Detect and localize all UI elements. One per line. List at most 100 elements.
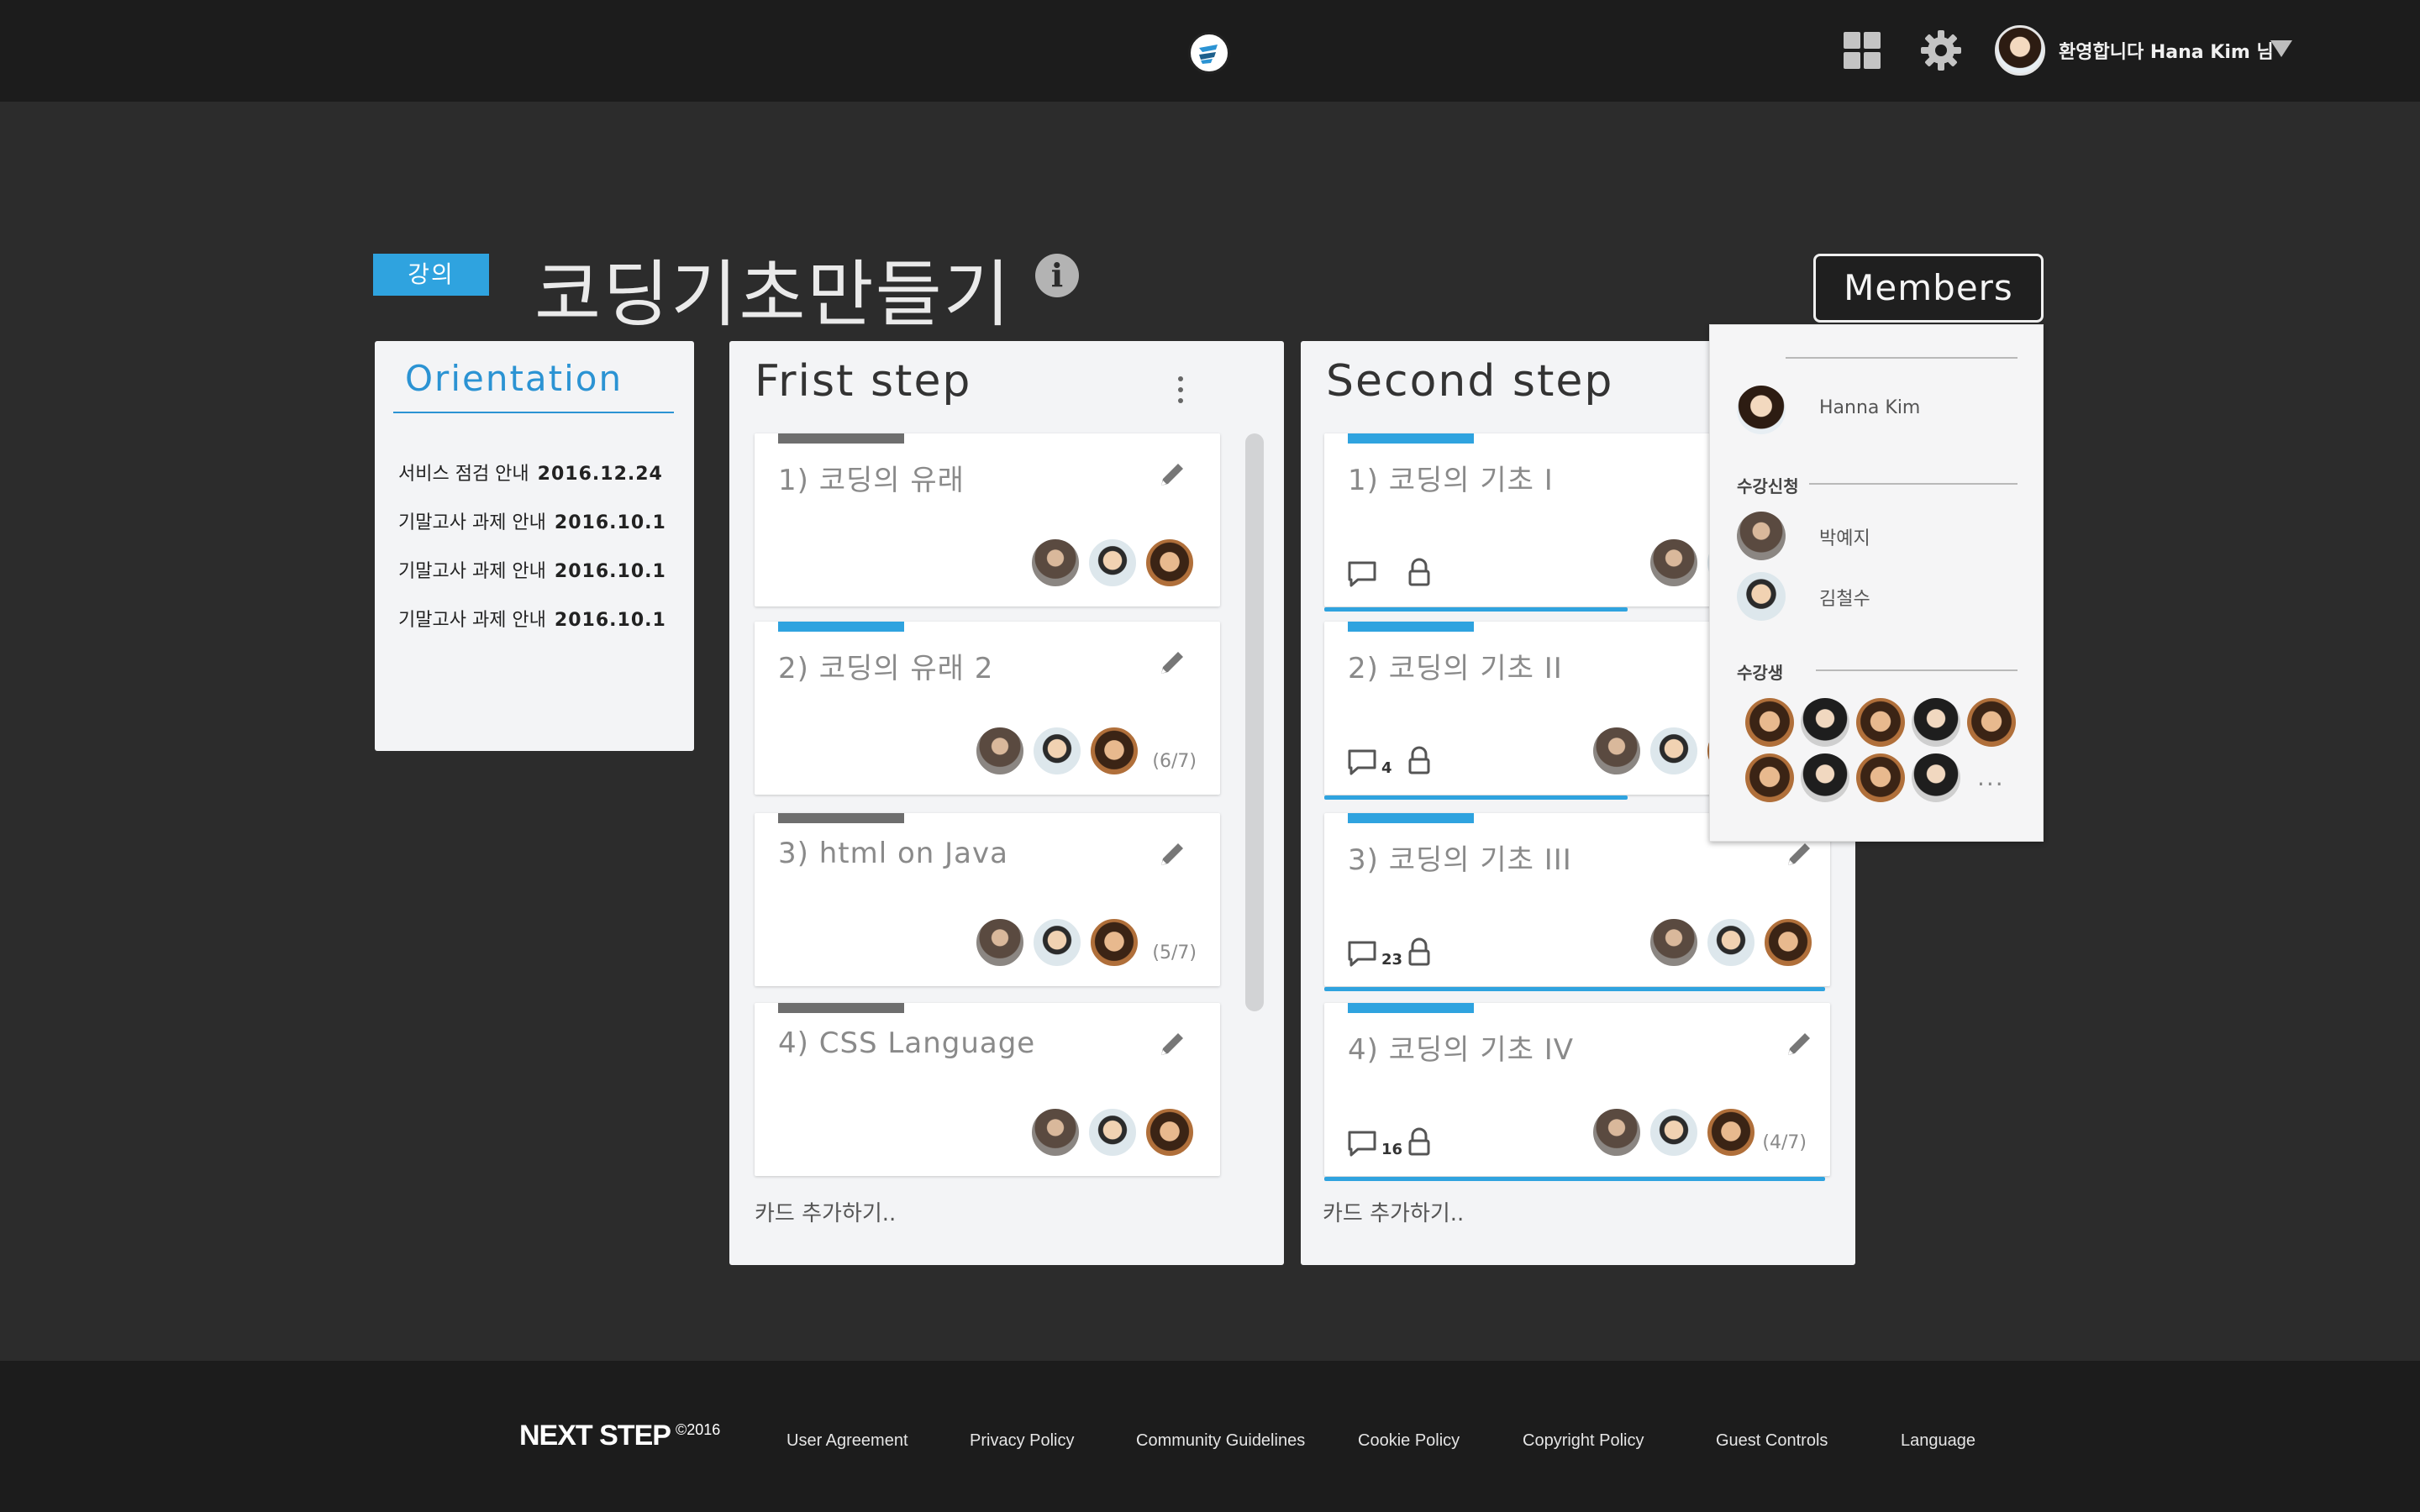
card[interactable]: 1) 코딩의 유래 [755, 433, 1220, 606]
avatar[interactable] [1144, 1107, 1195, 1158]
more-members-icon[interactable]: ··· [1977, 770, 2005, 798]
column-title[interactable]: Frist step [755, 356, 971, 407]
avatar[interactable] [1995, 25, 2045, 76]
apps-grid-icon[interactable] [1844, 32, 1882, 71]
avatar[interactable] [975, 726, 1025, 776]
avatar[interactable] [1737, 512, 1786, 560]
avatar[interactable] [1649, 917, 1699, 968]
notice-item[interactable]: 서비스 점검 안내 2016.12.24 [398, 459, 663, 486]
avatar[interactable] [1089, 917, 1139, 968]
avatar[interactable] [1856, 753, 1905, 802]
avatar[interactable] [1967, 698, 2016, 747]
avatar[interactable] [1649, 1107, 1699, 1158]
footer-link-copyright-policy[interactable]: Copyright Policy [1523, 1431, 1644, 1451]
more-vertical-icon[interactable] [1175, 373, 1186, 407]
notice-item[interactable]: 기말고사 과제 안내 2016.10.1 [398, 556, 666, 583]
card-label-bar [1348, 433, 1474, 444]
notice-item[interactable]: 기말고사 과제 안내 2016.10.1 [398, 507, 666, 534]
card[interactable]: 4) 코딩의 기초 IV 16 (4/7) [1324, 1003, 1830, 1181]
brand-name: NEXT STEP [519, 1420, 671, 1452]
lock-icon[interactable] [1407, 746, 1432, 776]
footer-link-cookie-policy[interactable]: Cookie Policy [1358, 1431, 1460, 1451]
footer-link-privacy-policy[interactable]: Privacy Policy [970, 1431, 1074, 1451]
avatar[interactable] [1706, 917, 1756, 968]
avatar[interactable] [1737, 386, 1786, 434]
column-title[interactable]: Second step [1326, 356, 1613, 407]
member-name[interactable]: Hanna Kim [1819, 397, 1920, 418]
avatar[interactable] [1856, 698, 1905, 747]
scrollbar[interactable] [1245, 433, 1264, 1011]
pencil-icon[interactable] [1155, 459, 1188, 492]
card-label-bar [778, 813, 904, 823]
notice-label: 기말고사 과제 안내 [398, 610, 546, 631]
caret-down-icon[interactable] [2270, 40, 2292, 57]
notice-item[interactable]: 기말고사 과제 안내 2016.10.1 [398, 605, 666, 632]
orientation-title[interactable]: Orientation [405, 358, 623, 399]
avatar[interactable] [1032, 917, 1082, 968]
comment-icon[interactable] [1346, 748, 1380, 776]
pencil-icon[interactable] [1781, 838, 1815, 872]
avatar[interactable] [1087, 538, 1138, 588]
notice-date: 2016.10.1 [554, 512, 666, 533]
pencil-icon[interactable] [1155, 1028, 1188, 1062]
footer-link-community-guidelines[interactable]: Community Guidelines [1136, 1431, 1305, 1451]
avatar[interactable] [1649, 726, 1699, 776]
card[interactable]: 4) CSS Language [755, 1003, 1220, 1176]
card[interactable]: 3) html on Java (5/7) [755, 813, 1220, 986]
avatar[interactable] [1801, 698, 1849, 747]
footer-link-user-agreement[interactable]: User Agreement [786, 1431, 908, 1451]
add-card-link[interactable]: 카드 추가하기.. [755, 1196, 896, 1227]
avatar[interactable] [1032, 726, 1082, 776]
avatar[interactable] [1030, 538, 1081, 588]
avatar[interactable] [1030, 1107, 1081, 1158]
avatar[interactable] [1737, 572, 1786, 621]
card-title: 1) 코딩의 유래 [778, 464, 965, 497]
orientation-panel: Orientation 서비스 점검 안내 2016.12.24 기말고사 과제 … [375, 341, 694, 751]
avatar[interactable] [1745, 753, 1794, 802]
avatar[interactable] [1912, 698, 1960, 747]
card-progress-count: (6/7) [1152, 751, 1197, 772]
card-members [1649, 917, 1825, 971]
avatar[interactable] [1912, 753, 1960, 802]
lock-icon[interactable] [1407, 1127, 1432, 1158]
info-icon[interactable]: i [1035, 254, 1079, 297]
comment-count: 16 [1381, 1141, 1403, 1158]
card-label-bar [1348, 813, 1474, 823]
avatar[interactable] [975, 917, 1025, 968]
board-type-badge: 강의 [373, 254, 489, 296]
avatar[interactable] [1649, 538, 1699, 588]
pencil-icon[interactable] [1781, 1028, 1815, 1062]
students-section-label: 수강생 [1737, 663, 1784, 683]
add-card-link[interactable]: 카드 추가하기.. [1323, 1196, 1464, 1227]
divider [1816, 669, 2018, 671]
column-first-step: Frist step 1) 코딩의 유래 2) 코딩의 유래 2 (6/7) 3… [729, 341, 1284, 1265]
app-logo-icon[interactable] [1188, 32, 1230, 74]
avatar[interactable] [1763, 917, 1813, 968]
card-members [975, 917, 1151, 971]
comment-icon[interactable] [1346, 939, 1380, 968]
footer-link-language[interactable]: Language [1901, 1431, 1975, 1451]
lock-icon[interactable] [1407, 558, 1432, 588]
notice-label: 서비스 점검 안내 [398, 464, 529, 485]
member-name[interactable]: 박예지 [1819, 523, 1870, 550]
comment-icon[interactable] [1346, 1129, 1380, 1158]
avatar[interactable] [1089, 726, 1139, 776]
avatar[interactable] [1801, 753, 1849, 802]
pencil-icon[interactable] [1155, 647, 1188, 680]
comment-icon[interactable] [1346, 559, 1380, 588]
card[interactable]: 2) 코딩의 유래 2 (6/7) [755, 622, 1220, 795]
footer-link-guest-controls[interactable]: Guest Controls [1716, 1431, 1828, 1451]
avatar[interactable] [1591, 1107, 1642, 1158]
pencil-icon[interactable] [1155, 838, 1188, 872]
avatar[interactable] [1591, 726, 1642, 776]
lock-icon[interactable] [1407, 937, 1432, 968]
avatar[interactable] [1087, 1107, 1138, 1158]
avatar[interactable] [1706, 1107, 1756, 1158]
member-name[interactable]: 김철수 [1819, 584, 1870, 611]
card-members [975, 726, 1151, 780]
avatar[interactable] [1745, 698, 1794, 747]
avatar[interactable] [1144, 538, 1195, 588]
gear-icon[interactable] [1919, 29, 1963, 72]
members-button[interactable]: Members [1813, 254, 2044, 323]
footer-brand[interactable]: NEXT STEP ©2016 [519, 1420, 720, 1452]
